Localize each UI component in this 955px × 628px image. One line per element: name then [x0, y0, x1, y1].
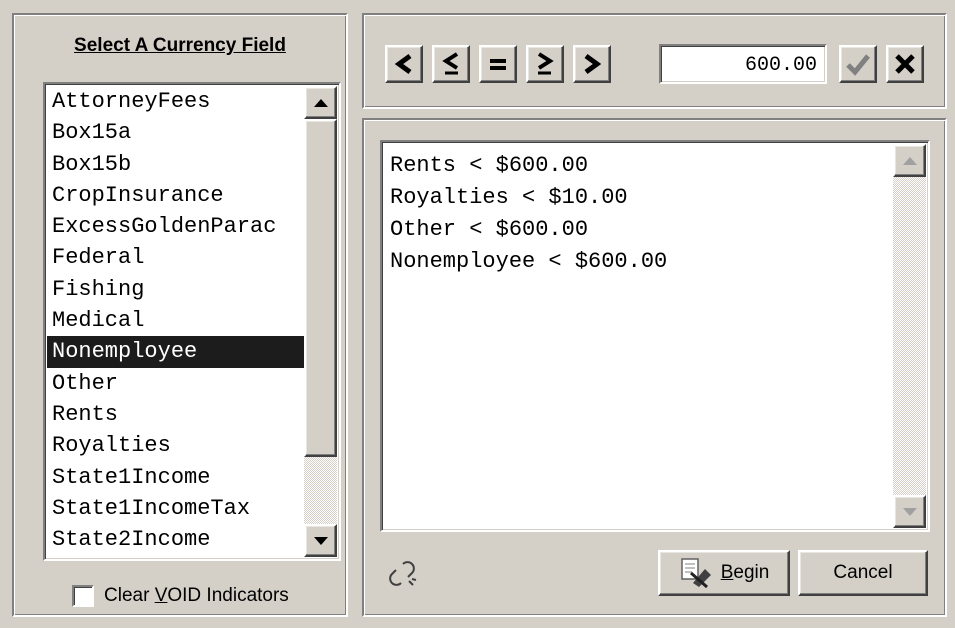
list-item[interactable]: Medical [47, 305, 305, 336]
list-title: Select A Currency Field [74, 35, 286, 56]
criteria-line: Nonemployee < $600.00 [390, 249, 668, 274]
value-input[interactable]: 600.00 [659, 44, 827, 84]
currency-field-panel: Select A Currency Field AttorneyFees Box1… [12, 13, 348, 617]
reject-button[interactable] [886, 45, 924, 83]
triangle-down-icon [313, 536, 328, 545]
list-item[interactable]: Nonemployee [47, 336, 305, 368]
list-item[interactable]: CropInsurance [47, 180, 305, 211]
checkbox-box[interactable] [72, 585, 94, 607]
list-item[interactable]: Box15a [47, 117, 305, 148]
clear-void-label: Clear VOID Indicators [104, 585, 289, 606]
begin-label: Begin [720, 562, 770, 583]
currency-field-list[interactable]: AttorneyFees Box15a Box15b CropInsurance Exc… [43, 82, 341, 561]
criteria-line: Royalties < $10.00 [390, 185, 628, 210]
eraser-tool-icon [680, 558, 711, 589]
criteria-scroll-down-button[interactable] [893, 495, 926, 528]
list-item[interactable]: State2Income [47, 524, 305, 555]
criteria-scrollbar[interactable] [893, 144, 926, 528]
list-item[interactable]: Other [47, 368, 305, 399]
list-item[interactable]: Rents [47, 399, 305, 430]
operator-toolbar: 600.00 [362, 13, 947, 109]
triangle-up-icon [902, 156, 917, 165]
greater-than-icon [584, 53, 602, 75]
criteria-lines: Rents < $600.00 Royalties < $10.00 Other <… [390, 150, 888, 278]
criteria-line: Other < $600.00 [390, 217, 589, 242]
list-item[interactable]: Royalties [47, 430, 305, 461]
triangle-down-icon [902, 507, 917, 516]
greater-equal-icon [537, 52, 554, 75]
criteria-scroll-track[interactable] [893, 177, 926, 495]
list-item[interactable]: Fishing [47, 274, 305, 305]
list-item[interactable]: AttorneyFees [47, 86, 305, 117]
criteria-textarea[interactable]: Rents < $600.00 Royalties < $10.00 Other <… [380, 140, 930, 532]
scroll-thumb[interactable] [304, 119, 337, 457]
scroll-up-button[interactable] [304, 86, 337, 119]
less-equal-icon [442, 52, 459, 75]
begin-button[interactable]: Begin [658, 550, 790, 596]
triangle-up-icon [313, 98, 328, 107]
field-items: AttorneyFees Box15a Box15b CropInsurance Exc… [47, 86, 305, 557]
clear-void-checkbox[interactable]: Clear VOID Indicators [72, 581, 289, 611]
criteria-line: Rents < $600.00 [390, 153, 589, 178]
less-than-icon [394, 53, 412, 75]
less-equal-button[interactable] [432, 45, 470, 83]
criteria-panel: Rents < $600.00 Royalties < $10.00 Other <… [362, 118, 947, 617]
broken-link-icon[interactable] [388, 560, 418, 593]
checkmark-icon [846, 54, 870, 76]
equals-icon [490, 59, 506, 70]
x-icon [895, 54, 915, 74]
list-item[interactable]: ExcessGoldenParac [47, 211, 305, 242]
scroll-track[interactable] [304, 457, 337, 524]
scroll-down-button[interactable] [304, 524, 337, 557]
greater-than-button[interactable] [573, 45, 611, 83]
equals-button[interactable] [479, 45, 517, 83]
greater-equal-button[interactable] [526, 45, 564, 83]
list-item[interactable]: Box15b [47, 149, 305, 180]
list-item[interactable]: State1Income [47, 462, 305, 493]
accept-button[interactable] [839, 45, 877, 83]
list-item[interactable]: Federal [47, 242, 305, 273]
criteria-scroll-up-button[interactable] [893, 144, 926, 177]
less-than-button[interactable] [385, 45, 423, 83]
cancel-button[interactable]: Cancel [798, 550, 928, 596]
field-list-scrollbar[interactable] [304, 86, 337, 557]
list-item[interactable]: State1IncomeTax [47, 493, 305, 524]
